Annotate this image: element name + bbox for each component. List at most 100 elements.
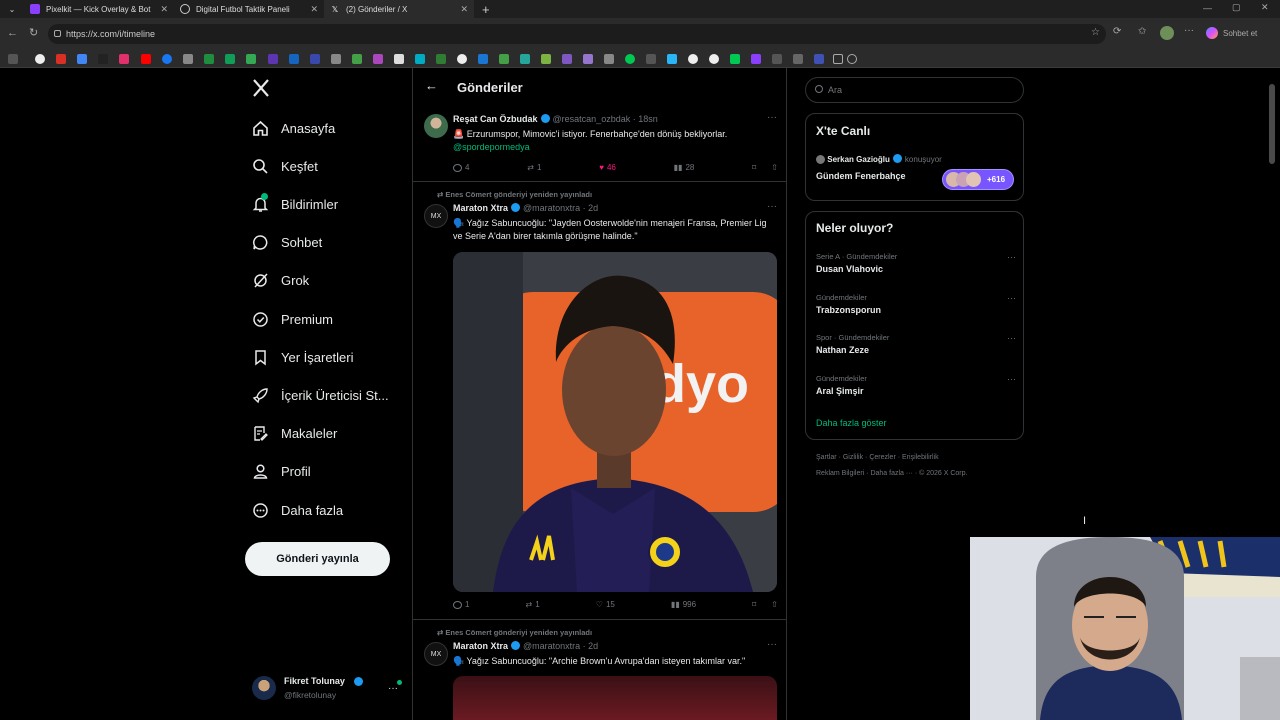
site-info-icon[interactable]	[54, 30, 61, 37]
bookmark-icon[interactable]	[751, 54, 761, 64]
more-dots-icon[interactable]: ···	[767, 639, 777, 650]
tweet[interactable]: ⇄ Enes Cömert gönderiyi yeniden yayınlad…	[413, 182, 787, 620]
google-icon[interactable]	[709, 54, 719, 64]
search-box[interactable]: Ara	[805, 77, 1024, 103]
bookmark-icon[interactable]	[541, 54, 551, 64]
avatar[interactable]	[424, 114, 448, 138]
footer-link[interactable]: Erişilebilirlik	[902, 454, 939, 461]
show-more-link[interactable]: Daha fazla göster	[816, 418, 887, 428]
bookmark-icon[interactable]	[478, 54, 488, 64]
gmail-icon[interactable]	[56, 54, 66, 64]
bookmark-icon[interactable]	[183, 54, 193, 64]
bookmark-icon[interactable]	[373, 54, 383, 64]
bookmark-icon[interactable]	[246, 54, 256, 64]
bookmark-icon[interactable]	[415, 54, 425, 64]
facebook-icon[interactable]	[162, 54, 172, 64]
tab-x-gonderiler[interactable]: 𝕏 (2) Gönderiler / X ✕	[324, 0, 474, 18]
footer-link[interactable]: Reklam Bilgileri	[816, 470, 864, 477]
bookmark-icon[interactable]	[772, 54, 782, 64]
bookmark-button[interactable]: ⌑ ⇧	[752, 163, 778, 172]
tab-list-icon[interactable]: ⌄	[0, 5, 24, 14]
avatar[interactable]: MX	[424, 204, 448, 228]
bookmark-button[interactable]: ⌑ ⇧	[752, 600, 778, 609]
maximize-window-icon[interactable]: ▢	[1232, 2, 1241, 13]
close-tab-icon[interactable]: ✕	[460, 4, 468, 15]
repost-button[interactable]: ⇄ 1	[527, 163, 541, 172]
share-icon[interactable]: ⇧	[771, 600, 778, 609]
nav-grok[interactable]: Grok	[251, 268, 309, 292]
bookmark-icon[interactable]	[457, 54, 467, 64]
folder-icon[interactable]	[833, 54, 843, 64]
reload-icon[interactable]: ↻	[29, 26, 38, 39]
like-button[interactable]: ♡ 15	[596, 600, 615, 609]
tweet[interactable]: Reşat Can Özbudak @resatcan_ozbdak · 18sn…	[413, 108, 787, 182]
bookmark-icon[interactable]	[331, 54, 341, 64]
avatar[interactable]: MX	[424, 642, 448, 666]
menu-dots-icon[interactable]: ···	[1184, 25, 1194, 36]
bookmark-icon[interactable]	[667, 54, 677, 64]
more-dots-icon[interactable]: ···	[1007, 252, 1016, 262]
nav-explore[interactable]: Keşfet	[251, 154, 318, 178]
repost-context-text[interactable]: Enes Cömert gönderiyi yeniden yayınladı	[445, 628, 592, 637]
more-dots-icon[interactable]: ···	[1007, 333, 1016, 343]
google-icon[interactable]	[688, 54, 698, 64]
repost-button[interactable]: ⇄ 1	[526, 600, 540, 609]
nav-creator-studio[interactable]: İçerik Üreticisi St...	[251, 383, 389, 407]
author-handle[interactable]: @maratonxtra	[523, 641, 580, 651]
bookmark-icon[interactable]	[77, 54, 87, 64]
nav-bookmarks[interactable]: Yer İşaretleri	[251, 345, 354, 369]
mention-link[interactable]: @spordepormedya	[453, 142, 530, 152]
bookmark-icon[interactable]	[310, 54, 320, 64]
x-logo-icon[interactable]	[251, 78, 271, 98]
bookmark-icon[interactable]	[289, 54, 299, 64]
tweet-time[interactable]: 18sn	[638, 114, 658, 124]
nav-home[interactable]: Anasayfa	[251, 116, 335, 140]
star-bookmark-icon[interactable]: ☆	[1091, 27, 1100, 38]
bookmark-icon[interactable]	[814, 54, 824, 64]
bookmark-icon[interactable]	[499, 54, 509, 64]
tab-pixelkit[interactable]: Pixelkit — Kick Overlay & Bot ✕	[24, 0, 174, 18]
repost-context-text[interactable]: Enes Cömert gönderiyi yeniden yayınladı	[445, 190, 592, 199]
tab-taktik[interactable]: Digital Futbol Taktik Paneli ✕	[174, 0, 324, 18]
extensions-icon[interactable]: ⟳	[1113, 26, 1121, 37]
bookmark-icon[interactable]	[562, 54, 572, 64]
copilot-icon[interactable]	[1206, 27, 1218, 39]
footer-link[interactable]: Çerezler	[869, 454, 895, 461]
bookmark-icon[interactable]	[352, 54, 362, 64]
tweet-time[interactable]: 2d	[588, 641, 598, 651]
bookmark-icon[interactable]	[604, 54, 614, 64]
google-icon[interactable]	[35, 54, 45, 64]
tweet-time[interactable]: 2d	[588, 203, 598, 213]
views-button[interactable]: ▮▮ 996	[671, 600, 696, 609]
bookmark-icon[interactable]	[520, 54, 530, 64]
trend-item[interactable]: Spor · Gündemdekiler Nathan Zeze ···	[816, 333, 1016, 355]
close-tab-icon[interactable]: ✕	[310, 4, 318, 15]
author-handle[interactable]: @maratonxtra	[523, 203, 580, 213]
trend-item[interactable]: Serie A · Gündemdekiler Dusan Vlahovic ·…	[816, 252, 1016, 274]
more-dots-icon[interactable]: ···	[767, 112, 777, 123]
footer-link[interactable]: Gizlilik	[843, 454, 863, 461]
share-icon[interactable]: ⇧	[771, 163, 778, 172]
footer-link[interactable]: Daha fazla ···	[870, 470, 912, 477]
bookmark-icon[interactable]	[394, 54, 404, 64]
tweet-image[interactable]: dyo	[453, 252, 777, 592]
bookmark-icon[interactable]	[268, 54, 278, 64]
bookmark-icon[interactable]	[8, 54, 18, 64]
tweet-image[interactable]	[453, 676, 777, 720]
live-topic[interactable]: Gündem Fenerbahçe	[816, 171, 906, 181]
copilot-chat-button[interactable]: Sohbet et	[1223, 29, 1257, 38]
author-name[interactable]: Maraton Xtra	[453, 203, 508, 213]
bookmark-icon[interactable]	[646, 54, 656, 64]
url-field[interactable]: https://x.com/i/timeline ☆	[48, 24, 1106, 44]
nav-chat[interactable]: Sohbet	[251, 230, 322, 254]
nav-more[interactable]: Daha fazla	[251, 498, 343, 522]
bookmark-icon[interactable]	[793, 54, 803, 64]
live-host[interactable]: Serkan Gazioğlu konuşuyor	[816, 154, 942, 164]
more-dots-icon[interactable]: ···	[1007, 374, 1016, 384]
bookmark-icon[interactable]	[583, 54, 593, 64]
minimize-window-icon[interactable]: —	[1203, 3, 1212, 13]
footer-link[interactable]: Şartlar	[816, 454, 837, 461]
reply-button[interactable]: 4	[453, 163, 469, 172]
bookmark-icon[interactable]	[625, 54, 635, 64]
bookmark-icon[interactable]	[730, 54, 740, 64]
